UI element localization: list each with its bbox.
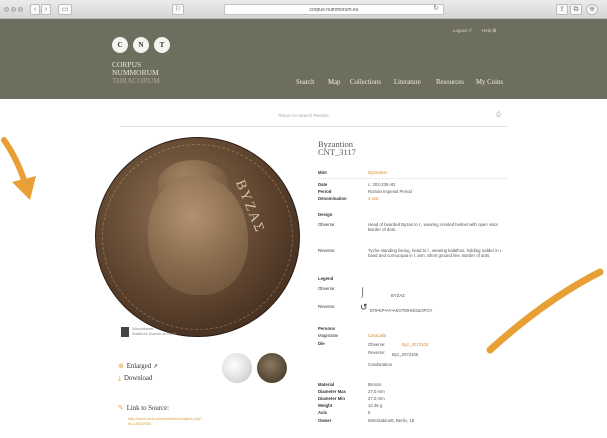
annotation-arrows bbox=[1, 137, 604, 354]
left-arrow-head bbox=[12, 176, 36, 200]
right-arrow-shaft bbox=[486, 268, 604, 354]
left-arrow-shaft bbox=[1, 137, 29, 189]
